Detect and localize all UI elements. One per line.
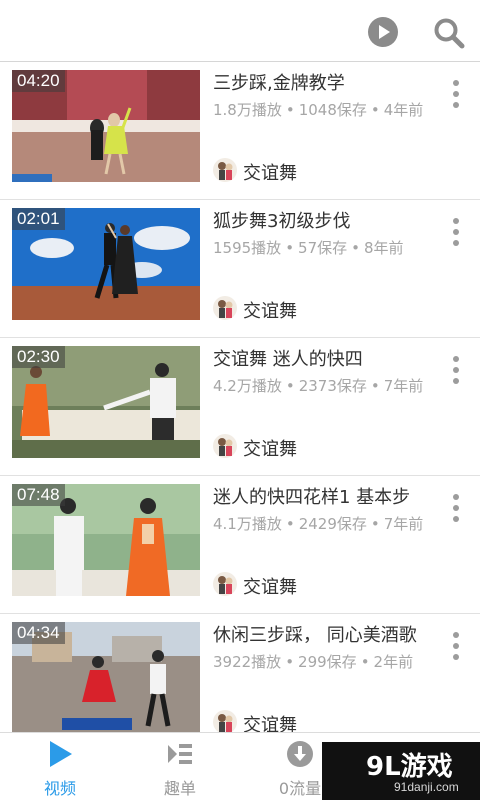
channel-name: 交谊舞 xyxy=(243,715,297,732)
video-feed[interactable]: 04:20 三步踩,金牌教学 1.8万播放•1048保存•4年前 交谊舞 xyxy=(0,62,480,732)
video-duration: 07:48 xyxy=(12,484,65,506)
tab-videos[interactable]: 视频 xyxy=(0,733,120,800)
video-title[interactable]: 休闲三步踩， 同心美酒歌 xyxy=(213,624,438,648)
channel-avatar xyxy=(213,158,237,182)
more-options-icon[interactable] xyxy=(448,218,464,248)
view-count: 1.8万播放 xyxy=(213,101,282,119)
video-title[interactable]: 交谊舞 迷人的快四 xyxy=(213,348,438,372)
channel-name: 交谊舞 xyxy=(243,163,297,184)
tab-playlists[interactable]: 趣单 xyxy=(120,733,240,800)
view-count: 1595播放 xyxy=(213,239,282,257)
save-count: 2429保存 xyxy=(298,515,367,533)
video-title[interactable]: 狐步舞3初级步伐 xyxy=(213,210,438,234)
channel-name: 交谊舞 xyxy=(243,577,297,598)
video-meta: 4.1万播放 • 2429保存 • 7年前 xyxy=(213,513,423,534)
meta-separator: • xyxy=(285,515,295,533)
upload-age: 7年前 xyxy=(383,377,424,395)
save-count: 2373保存 xyxy=(298,377,367,395)
video-meta: 4.2万播放 • 2373保存 • 7年前 xyxy=(213,375,423,396)
upload-age: 4年前 xyxy=(383,101,424,119)
save-count: 57保存 xyxy=(298,239,348,257)
more-options-icon[interactable] xyxy=(448,494,464,524)
download-icon xyxy=(286,739,314,769)
video-card[interactable]: 02:30 交谊舞 迷人的快四 4.2万播放 • 2373保存 • 7年前 交谊舞 xyxy=(0,338,480,476)
video-meta: 1595播放 • 57保存 • 8年前 xyxy=(213,237,404,258)
video-duration: 04:34 xyxy=(12,622,65,644)
meta-separator: • xyxy=(370,101,380,119)
meta-separator: • xyxy=(285,377,295,395)
upload-age: 7年前 xyxy=(383,515,424,533)
video-thumbnail[interactable]: 07:48 xyxy=(12,484,200,596)
meta-separator: • xyxy=(351,239,360,257)
video-meta: 3922播放 • 299保存 • 2年前 xyxy=(213,651,413,672)
meta-separator: • xyxy=(360,653,370,671)
save-count: 1048保存 xyxy=(298,101,367,119)
video-card[interactable]: 02:01 狐步舞3初级步伐 1595播放 • 57保存 • 8年前 交谊舞 xyxy=(0,200,480,338)
channel-avatar xyxy=(213,434,237,458)
video-title[interactable]: 三步踩,金牌教学 xyxy=(213,72,438,96)
video-title[interactable]: 迷人的快四花样1 基本步 xyxy=(213,486,438,510)
top-bar xyxy=(0,0,480,62)
more-options-icon[interactable] xyxy=(448,356,464,386)
meta-separator: • xyxy=(370,377,380,395)
video-thumbnail[interactable]: 02:30 xyxy=(12,346,200,458)
view-count: 3922播放 xyxy=(213,653,282,671)
channel-name: 交谊舞 xyxy=(243,439,297,460)
meta-separator: • xyxy=(285,101,295,119)
view-count: 4.1万播放 xyxy=(213,515,282,533)
meta-separator: • xyxy=(370,515,380,533)
watermark-logo-text: 9L游戏 xyxy=(366,752,453,782)
video-card[interactable]: 07:48 迷人的快四花样1 基本步 4.1万播放 • 2429保存 • 7年前 交谊舞 xyxy=(0,476,480,614)
play-triangle-icon xyxy=(46,739,74,769)
video-duration: 04:20 xyxy=(12,70,65,92)
video-thumbnail[interactable]: 04:20 xyxy=(12,70,200,182)
video-duration: 02:30 xyxy=(12,346,65,368)
video-thumbnail[interactable]: 04:34 xyxy=(12,622,200,732)
video-thumbnail[interactable]: 02:01 xyxy=(12,208,200,320)
video-meta: 1.8万播放 • 1048保存 • 4年前 xyxy=(213,99,423,120)
meta-separator: • xyxy=(285,653,295,671)
tab-label: 视频 xyxy=(43,779,76,798)
more-options-icon[interactable] xyxy=(448,80,464,110)
upload-age: 8年前 xyxy=(364,239,404,257)
save-count: 299保存 xyxy=(298,653,357,671)
video-card[interactable]: 04:20 三步踩,金牌教学 1.8万播放 • 1048保存 • 4年前 交谊舞 xyxy=(0,62,480,200)
channel-avatar xyxy=(213,710,237,732)
video-card[interactable]: 04:34 休闲三步踩， 同心美酒歌 3922播放 • 299保存 • 2年前 交谊舞 xyxy=(0,614,480,732)
video-duration: 02:01 xyxy=(12,208,65,230)
playlist-icon xyxy=(166,739,194,769)
channel-name: 交谊舞 xyxy=(243,301,297,322)
upload-age: 2年前 xyxy=(373,653,414,671)
view-count: 4.2万播放 xyxy=(213,377,282,395)
search-icon[interactable] xyxy=(432,16,466,50)
play-circle-icon[interactable] xyxy=(368,17,398,47)
more-options-icon[interactable] xyxy=(448,632,464,662)
watermark-url: 91danji.com xyxy=(394,780,459,794)
tab-label: 趣单 xyxy=(163,779,196,798)
channel-avatar xyxy=(213,296,237,320)
meta-separator: • xyxy=(285,239,295,257)
channel-avatar xyxy=(213,572,237,596)
site-watermark: 9L游戏 91danji.com xyxy=(322,742,480,800)
